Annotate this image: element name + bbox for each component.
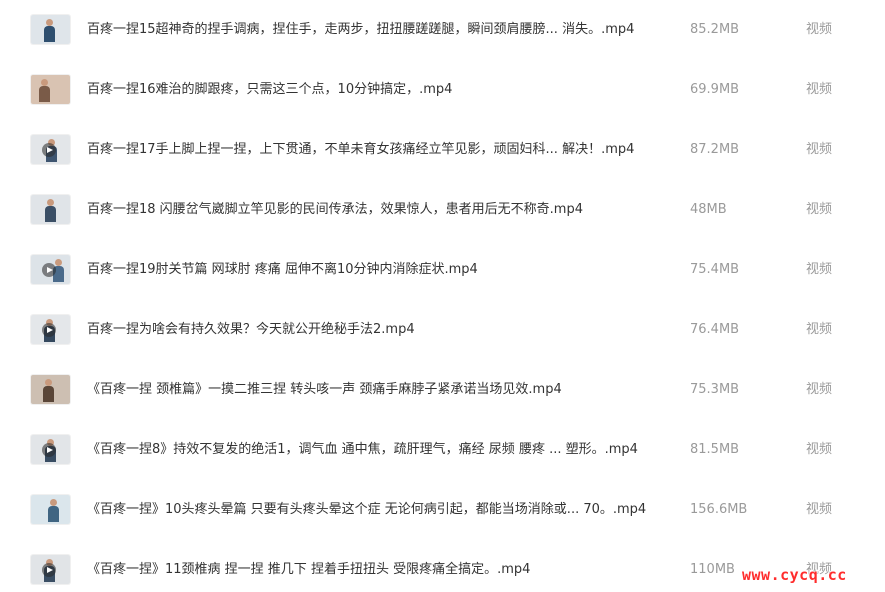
video-thumbnail[interactable] <box>31 15 70 44</box>
file-name[interactable]: 百疼一捏为啥会有持久效果？今天就公开绝秘手法2.mp4 <box>87 320 667 340</box>
video-thumbnail[interactable] <box>31 375 70 404</box>
file-size: 110MB <box>690 562 735 577</box>
file-size: 75.4MB <box>690 262 740 277</box>
file-type: 视频 <box>806 322 833 337</box>
video-thumbnail[interactable] <box>31 195 70 224</box>
play-icon <box>42 563 56 577</box>
file-name[interactable]: 《百疼一捏8》持效不复发的绝活1，调气血 通中焦，疏肝理气，痛经 尿频 腰疼 .… <box>87 440 667 460</box>
file-name[interactable]: 《百疼一捏》10头疼头晕篇 只要有头疼头晕这个症 无论何病引起，都能当场消除或.… <box>87 500 667 520</box>
file-name[interactable]: 百疼一捏16难治的脚跟疼，只需这三个点，10分钟搞定，.mp4 <box>87 80 667 100</box>
file-type: 视频 <box>806 82 833 97</box>
play-icon <box>42 263 56 277</box>
file-size: 156.6MB <box>690 502 748 517</box>
video-thumbnail[interactable] <box>31 315 70 344</box>
play-icon <box>42 143 56 157</box>
file-size: 75.3MB <box>690 382 740 397</box>
file-row[interactable]: 《百疼一捏》10头疼头晕篇 只要有头疼头晕这个症 无论何病引起，都能当场消除或.… <box>0 480 885 540</box>
file-size: 76.4MB <box>690 322 740 337</box>
file-type: 视频 <box>806 202 833 217</box>
file-row[interactable]: 百疼一捏15超神奇的捏手调病，捏住手，走两步，扭扭腰蹉蹉腿，瞬间颈肩腰膀... … <box>0 0 885 60</box>
video-thumbnail[interactable] <box>31 555 70 584</box>
file-name[interactable]: 《百疼一捏》11颈椎病 捏一捏 推几下 捏着手扭扭头 受限疼痛全搞定。.mp4 <box>87 560 667 580</box>
file-type: 视频 <box>806 442 833 457</box>
play-icon <box>42 323 56 337</box>
file-row[interactable]: 百疼一捏为啥会有持久效果？今天就公开绝秘手法2.mp4 76.4MB 视频 <box>0 300 885 360</box>
play-icon <box>42 443 56 457</box>
file-name[interactable]: 百疼一捏15超神奇的捏手调病，捏住手，走两步，扭扭腰蹉蹉腿，瞬间颈肩腰膀... … <box>87 20 667 40</box>
file-name[interactable]: 《百疼一捏 颈椎篇》一摸二推三捏 转头咳一声 颈痛手麻脖子紧承诺当场见效.mp4 <box>87 380 667 400</box>
file-name[interactable]: 百疼一捏18 闪腰岔气崴脚立竿见影的民间传承法，效果惊人，患者用后无不称奇.mp… <box>87 200 667 220</box>
file-list: 百疼一捏15超神奇的捏手调病，捏住手，走两步，扭扭腰蹉蹉腿，瞬间颈肩腰膀... … <box>0 0 885 592</box>
file-size: 87.2MB <box>690 142 740 157</box>
video-thumbnail[interactable] <box>31 135 70 164</box>
file-row[interactable]: 百疼一捏19肘关节篇 网球肘 疼痛 屈伸不离10分钟内消除症状.mp4 75.4… <box>0 240 885 300</box>
file-row[interactable]: 百疼一捏18 闪腰岔气崴脚立竿见影的民间传承法，效果惊人，患者用后无不称奇.mp… <box>0 180 885 240</box>
file-row[interactable]: 《百疼一捏8》持效不复发的绝活1，调气血 通中焦，疏肝理气，痛经 尿频 腰疼 .… <box>0 420 885 480</box>
video-thumbnail[interactable] <box>31 435 70 464</box>
file-type: 视频 <box>806 502 833 517</box>
file-type: 视频 <box>806 22 833 37</box>
file-size: 85.2MB <box>690 22 740 37</box>
file-row[interactable]: 《百疼一捏 颈椎篇》一摸二推三捏 转头咳一声 颈痛手麻脖子紧承诺当场见效.mp4… <box>0 360 885 420</box>
file-type: 视频 <box>806 262 833 277</box>
video-thumbnail[interactable] <box>31 255 70 284</box>
video-thumbnail[interactable] <box>31 495 70 524</box>
file-row[interactable]: 百疼一捏16难治的脚跟疼，只需这三个点，10分钟搞定，.mp4 69.9MB 视… <box>0 60 885 120</box>
watermark-text: www.cycq.cc <box>742 566 847 584</box>
file-type: 视频 <box>806 142 833 157</box>
video-thumbnail[interactable] <box>31 75 70 104</box>
file-name[interactable]: 百疼一捏19肘关节篇 网球肘 疼痛 屈伸不离10分钟内消除症状.mp4 <box>87 260 667 280</box>
file-type: 视频 <box>806 382 833 397</box>
file-name[interactable]: 百疼一捏17手上脚上捏一捏，上下贯通，不单未育女孩痛经立竿见影，顽固妇科... … <box>87 140 667 160</box>
file-size: 81.5MB <box>690 442 740 457</box>
file-row[interactable]: 百疼一捏17手上脚上捏一捏，上下贯通，不单未育女孩痛经立竿见影，顽固妇科... … <box>0 120 885 180</box>
file-size: 48MB <box>690 202 727 217</box>
file-size: 69.9MB <box>690 82 740 97</box>
